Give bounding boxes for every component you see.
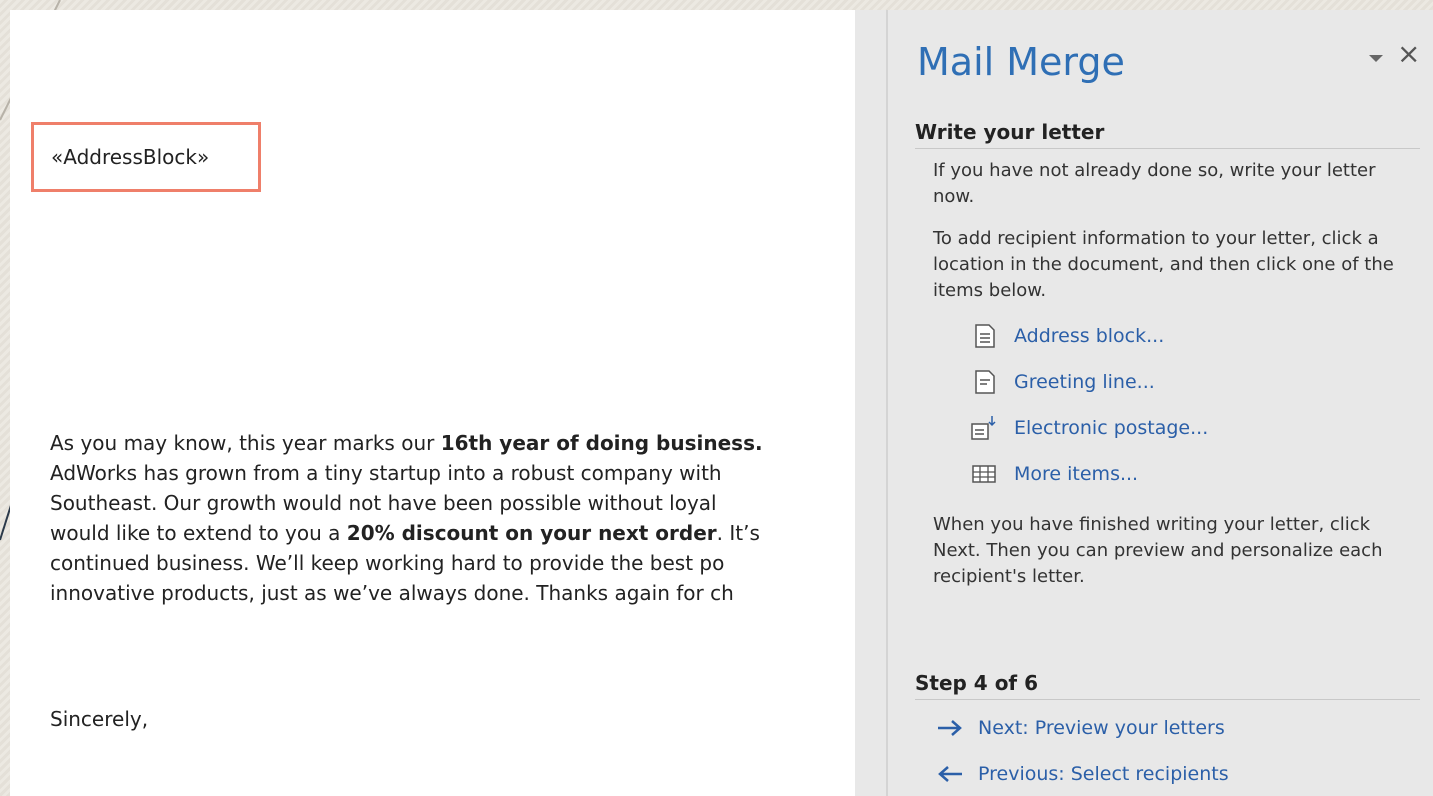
arrow-left-icon xyxy=(938,766,962,782)
body-line: continued business. We’ll keep working h… xyxy=(50,551,725,575)
greeting-line-link[interactable]: Greeting line... xyxy=(970,368,1155,396)
closing-text: Sincerely, xyxy=(50,707,149,731)
greeting-line-icon xyxy=(975,370,995,394)
next-step-link[interactable]: Next: Preview your letters xyxy=(936,714,1225,742)
previous-step-link[interactable]: Previous: Select recipients xyxy=(936,760,1229,788)
address-block-icon xyxy=(975,324,995,348)
finish-text: When you have finished writing your lett… xyxy=(933,514,1383,587)
arrow-right-icon xyxy=(938,720,962,736)
dropdown-arrow-icon[interactable] xyxy=(1366,48,1386,68)
electronic-postage-link[interactable]: Electronic postage... xyxy=(970,414,1208,442)
address-block-link[interactable]: Address block... xyxy=(970,322,1164,350)
close-icon[interactable]: × xyxy=(1397,40,1420,68)
more-items-link[interactable]: More items... xyxy=(970,460,1138,488)
letter-body: As you may know, this year marks our 16t… xyxy=(50,428,855,608)
body-line: innovative products, just as we’ve alway… xyxy=(50,581,734,605)
address-block-field[interactable]: «AddressBlock» xyxy=(31,122,261,192)
more-items-icon xyxy=(972,465,996,483)
write-letter-heading: Write your letter xyxy=(915,120,1420,149)
step-heading: Step 4 of 6 xyxy=(915,671,1420,700)
instructions-text: To add recipient information to your let… xyxy=(933,228,1394,301)
document-page[interactable]: «AddressBlock» As you may know, this yea… xyxy=(10,10,855,796)
address-block-text: «AddressBlock» xyxy=(51,145,210,169)
body-line: Southeast. Our growth would not have bee… xyxy=(50,491,717,515)
body-line: As you may know, this year marks our 16t… xyxy=(50,431,763,455)
intro-text: If you have not already done so, write y… xyxy=(933,160,1376,207)
body-line: would like to extend to you a 20% discou… xyxy=(50,521,760,545)
pane-divider xyxy=(886,10,888,796)
electronic-postage-icon xyxy=(971,416,996,440)
pane-title: Mail Merge xyxy=(917,40,1125,84)
body-line: AdWorks has grown from a tiny startup in… xyxy=(50,461,722,485)
